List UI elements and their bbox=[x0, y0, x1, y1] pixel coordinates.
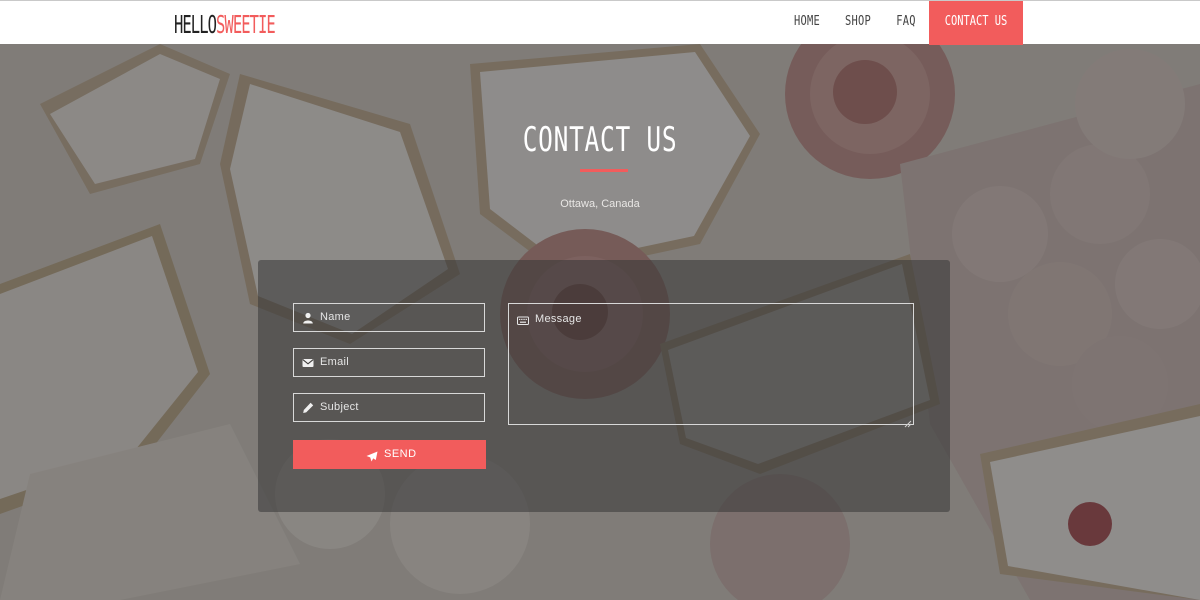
title-underline bbox=[580, 169, 628, 172]
name-placeholder: Name bbox=[320, 311, 351, 323]
envelope-icon bbox=[302, 356, 314, 368]
pencil-icon bbox=[302, 401, 314, 413]
email-input[interactable]: Email bbox=[293, 348, 485, 377]
subject-input[interactable]: Subject bbox=[293, 393, 485, 422]
nav-shop[interactable]: SHOP bbox=[844, 1, 873, 45]
resize-handle-icon[interactable] bbox=[904, 415, 912, 428]
send-button[interactable]: SEND bbox=[293, 440, 486, 469]
email-placeholder: Email bbox=[320, 356, 350, 368]
logo-text-hello: HELLO bbox=[174, 10, 217, 39]
logo-text-sweetie: SWEETIE bbox=[216, 10, 276, 39]
paper-plane-icon bbox=[366, 449, 378, 467]
nav-faq[interactable]: FAQ bbox=[893, 1, 919, 45]
nav-home[interactable]: HOME bbox=[789, 1, 826, 45]
site-logo[interactable]: HELLOSWEETIE bbox=[174, 10, 276, 40]
page-title: CONTACT US bbox=[522, 120, 678, 160]
nav-contact-us-label: CONTACT US bbox=[944, 14, 1008, 29]
nav-contact-us[interactable]: CONTACT US bbox=[929, 1, 1023, 45]
site-header: HELLOSWEETIE HOME SHOP FAQ CONTACT US bbox=[0, 0, 1200, 45]
subject-placeholder: Subject bbox=[320, 401, 359, 413]
keyboard-icon bbox=[517, 313, 529, 331]
name-input[interactable]: Name bbox=[293, 303, 485, 332]
user-icon bbox=[302, 311, 314, 324]
send-button-label: SEND bbox=[384, 448, 417, 460]
message-placeholder: Message bbox=[535, 313, 582, 325]
location-text: Ottawa, Canada bbox=[560, 198, 640, 210]
message-textarea[interactable]: Message bbox=[508, 303, 914, 428]
